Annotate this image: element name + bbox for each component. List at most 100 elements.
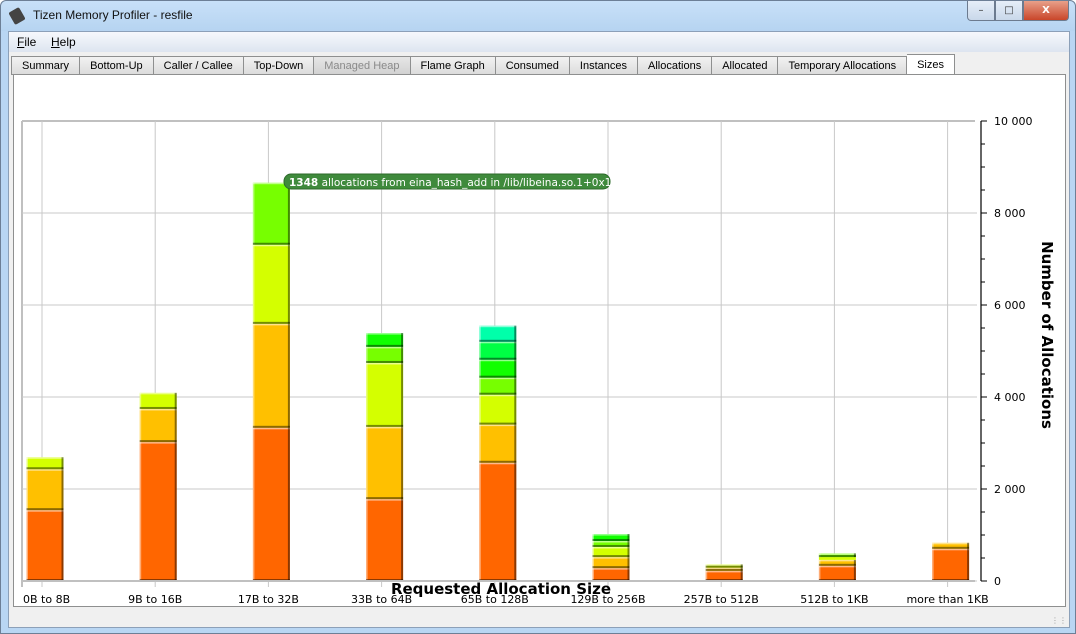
- bar-bevel-dark: [853, 565, 856, 581]
- bar-bevel-dark: [366, 344, 404, 347]
- bar-bevel-dark: [705, 568, 743, 571]
- bar-stack-512b-to-1kb[interactable]: [818, 553, 856, 581]
- maximize-button[interactable]: □: [995, 1, 1023, 21]
- bar-bevel-dark: [401, 346, 404, 363]
- bar-bevel-light: [366, 499, 404, 501]
- bar-bevel-dark: [479, 422, 517, 425]
- bar-bevel-dark: [818, 563, 856, 566]
- bar-bevel-dark: [174, 408, 177, 443]
- bar-bevel-light: [932, 548, 970, 551]
- bar-segment[interactable]: [252, 182, 290, 245]
- bar-bevel-light: [592, 568, 630, 570]
- bar-segment[interactable]: [366, 426, 404, 500]
- y-tick-label: 6 000: [994, 299, 1026, 312]
- bar-bevel-light: [479, 325, 481, 342]
- bar-bevel-light: [26, 457, 64, 459]
- bar-stack-33b-to-64b[interactable]: [366, 333, 404, 581]
- bar-bevel-dark: [514, 325, 517, 342]
- bar-bevel-dark: [401, 499, 404, 581]
- bar-bevel-dark: [479, 375, 517, 378]
- menu-bar: File Help: [9, 32, 1069, 52]
- minimize-button[interactable]: –: [967, 1, 995, 21]
- bar-stack-9b-to-16b[interactable]: [139, 392, 177, 581]
- bar-segment[interactable]: [139, 408, 177, 443]
- bar-segment[interactable]: [479, 424, 517, 463]
- bar-stack-more-than-1kb[interactable]: [932, 542, 970, 581]
- bar-bevel-dark: [26, 467, 64, 470]
- bar-segment[interactable]: [252, 427, 290, 581]
- bar-segment[interactable]: [479, 341, 517, 360]
- bar-segment[interactable]: [479, 462, 517, 581]
- bar-bevel-dark: [479, 392, 517, 395]
- tab-top-down[interactable]: Top-Down: [243, 56, 315, 75]
- bar-segment[interactable]: [366, 362, 404, 427]
- bar-bevel-dark: [514, 359, 517, 378]
- menu-help[interactable]: Help: [51, 35, 76, 49]
- bar-bevel-dark: [287, 323, 290, 428]
- y-tick-label: 2 000: [994, 483, 1026, 496]
- tab-temporary-allocations[interactable]: Temporary Allocations: [778, 56, 908, 75]
- resize-grip-icon[interactable]: ⋮⋮: [1051, 616, 1067, 625]
- tab-allocated[interactable]: Allocated: [712, 56, 779, 75]
- bar-bevel-light: [252, 244, 255, 324]
- bar-bevel-dark: [174, 392, 177, 409]
- bar-bevel-dark: [366, 424, 404, 427]
- bar-segment[interactable]: [818, 565, 856, 581]
- bar-bevel-light: [252, 323, 255, 428]
- bar-bevel-light: [479, 359, 517, 362]
- bar-bevel-light: [366, 426, 368, 500]
- bar-segment[interactable]: [479, 377, 517, 395]
- bar-bevel-dark: [818, 555, 856, 558]
- bar-stack-0b-to-8b[interactable]: [26, 457, 64, 581]
- bar-bevel-light: [366, 346, 368, 363]
- bar-bevel-light: [26, 469, 64, 471]
- bar-bevel-light: [366, 346, 404, 349]
- tab-flame-graph[interactable]: Flame Graph: [410, 56, 496, 75]
- bar-segment[interactable]: [932, 548, 970, 581]
- bar-stack-17b-to-32b[interactable]: [252, 182, 290, 581]
- bar-segment[interactable]: [479, 325, 517, 342]
- bar-segment[interactable]: [26, 469, 64, 511]
- bar-bevel-dark: [740, 570, 743, 581]
- tab-bottom-up[interactable]: Bottom-Up: [80, 56, 154, 75]
- bar-segment[interactable]: [818, 557, 856, 560]
- bar-bevel-light: [26, 469, 28, 511]
- tab-sizes[interactable]: Sizes: [907, 54, 955, 75]
- bar-segment[interactable]: [479, 359, 517, 378]
- bar-bevel-dark: [740, 564, 743, 568]
- bar-bevel-dark: [514, 377, 517, 395]
- bar-segment[interactable]: [366, 499, 404, 581]
- tab-summary[interactable]: Summary: [11, 56, 81, 75]
- bar-bevel-light: [26, 510, 64, 512]
- tab-instances[interactable]: Instances: [569, 56, 638, 75]
- bar-segment[interactable]: [139, 442, 177, 581]
- bar-segment[interactable]: [366, 333, 404, 347]
- bar-bevel-dark: [61, 469, 64, 511]
- bar-bevel-light: [479, 462, 517, 465]
- bar-bevel-light: [479, 359, 481, 378]
- bar-segment[interactable]: [26, 510, 64, 581]
- bar-bevel-dark: [287, 427, 290, 581]
- tab-caller-callee[interactable]: Caller / Callee: [153, 56, 244, 75]
- bar-bevel-light: [252, 244, 290, 247]
- bar-bevel-dark: [967, 542, 970, 549]
- bar-segment[interactable]: [366, 346, 404, 363]
- bar-bevel-light: [479, 341, 517, 344]
- bar-bevel-dark: [366, 360, 404, 363]
- bar-stack-65b-to-128b[interactable]: [479, 325, 517, 581]
- bar-stack-129b-to-256b[interactable]: [592, 534, 630, 581]
- tab-consumed[interactable]: Consumed: [495, 56, 570, 75]
- bar-stack-257b-to-512b[interactable]: [705, 564, 743, 581]
- tab-allocations[interactable]: Allocations: [638, 56, 713, 75]
- bar-bevel-light: [26, 510, 28, 581]
- tooltip-count: 1348: [289, 177, 318, 189]
- y-tick-label: 10 000: [994, 115, 1033, 128]
- bar-segment[interactable]: [252, 244, 290, 324]
- bar-segment[interactable]: [139, 392, 177, 409]
- bar-bevel-light: [366, 362, 404, 365]
- menu-file[interactable]: File: [17, 35, 36, 49]
- bar-segment[interactable]: [479, 394, 517, 425]
- bar-bevel-light: [592, 546, 630, 549]
- close-button[interactable]: X: [1023, 1, 1069, 21]
- bar-segment[interactable]: [252, 323, 290, 428]
